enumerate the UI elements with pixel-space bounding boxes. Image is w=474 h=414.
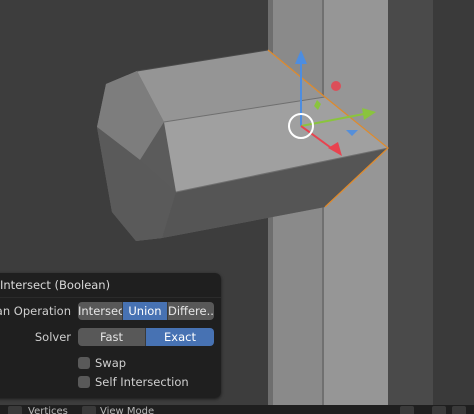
wall-shadow: [388, 0, 433, 414]
self-intersection-checkbox-row[interactable]: Self Intersection: [78, 374, 189, 390]
option-union[interactable]: Union: [123, 302, 168, 320]
operator-redo-panel[interactable]: Intersect (Boolean) Boolean Operation In…: [0, 273, 221, 398]
swap-checkbox-row[interactable]: Swap: [78, 355, 126, 371]
option-difference[interactable]: Differe...: [168, 302, 214, 320]
keyboard-icon: [432, 406, 446, 414]
3d-viewport[interactable]: Intersect (Boolean) Boolean Operation In…: [0, 0, 474, 414]
panel-title[interactable]: Intersect (Boolean): [0, 278, 110, 292]
mouse-icon: [82, 406, 96, 414]
swap-label: Swap: [95, 356, 127, 370]
swap-checkbox[interactable]: [78, 357, 90, 369]
keyboard-icon: [452, 406, 466, 414]
option-intersect[interactable]: Intersect: [78, 302, 123, 320]
status-item-view-mode: View Mode: [100, 406, 155, 414]
option-fast[interactable]: Fast: [78, 328, 146, 346]
solver-label: Solver: [34, 330, 71, 344]
status-bar: Vertices View Mode: [0, 405, 474, 414]
keyboard-icon: [400, 406, 414, 414]
boolean-operation-selector[interactable]: Intersect Union Differe...: [78, 302, 214, 320]
panel-divider: [0, 297, 221, 298]
boolean-operation-label: Boolean Operation: [0, 304, 71, 318]
option-exact[interactable]: Exact: [146, 328, 214, 346]
self-intersection-checkbox[interactable]: [78, 376, 90, 388]
wall-face: [322, 0, 388, 414]
background-panel: [433, 0, 474, 414]
status-item-vertices: Vertices: [28, 406, 68, 414]
self-intersection-label: Self Intersection: [95, 375, 189, 389]
solver-selector[interactable]: Fast Exact: [78, 328, 214, 346]
mouse-icon: [8, 406, 22, 414]
